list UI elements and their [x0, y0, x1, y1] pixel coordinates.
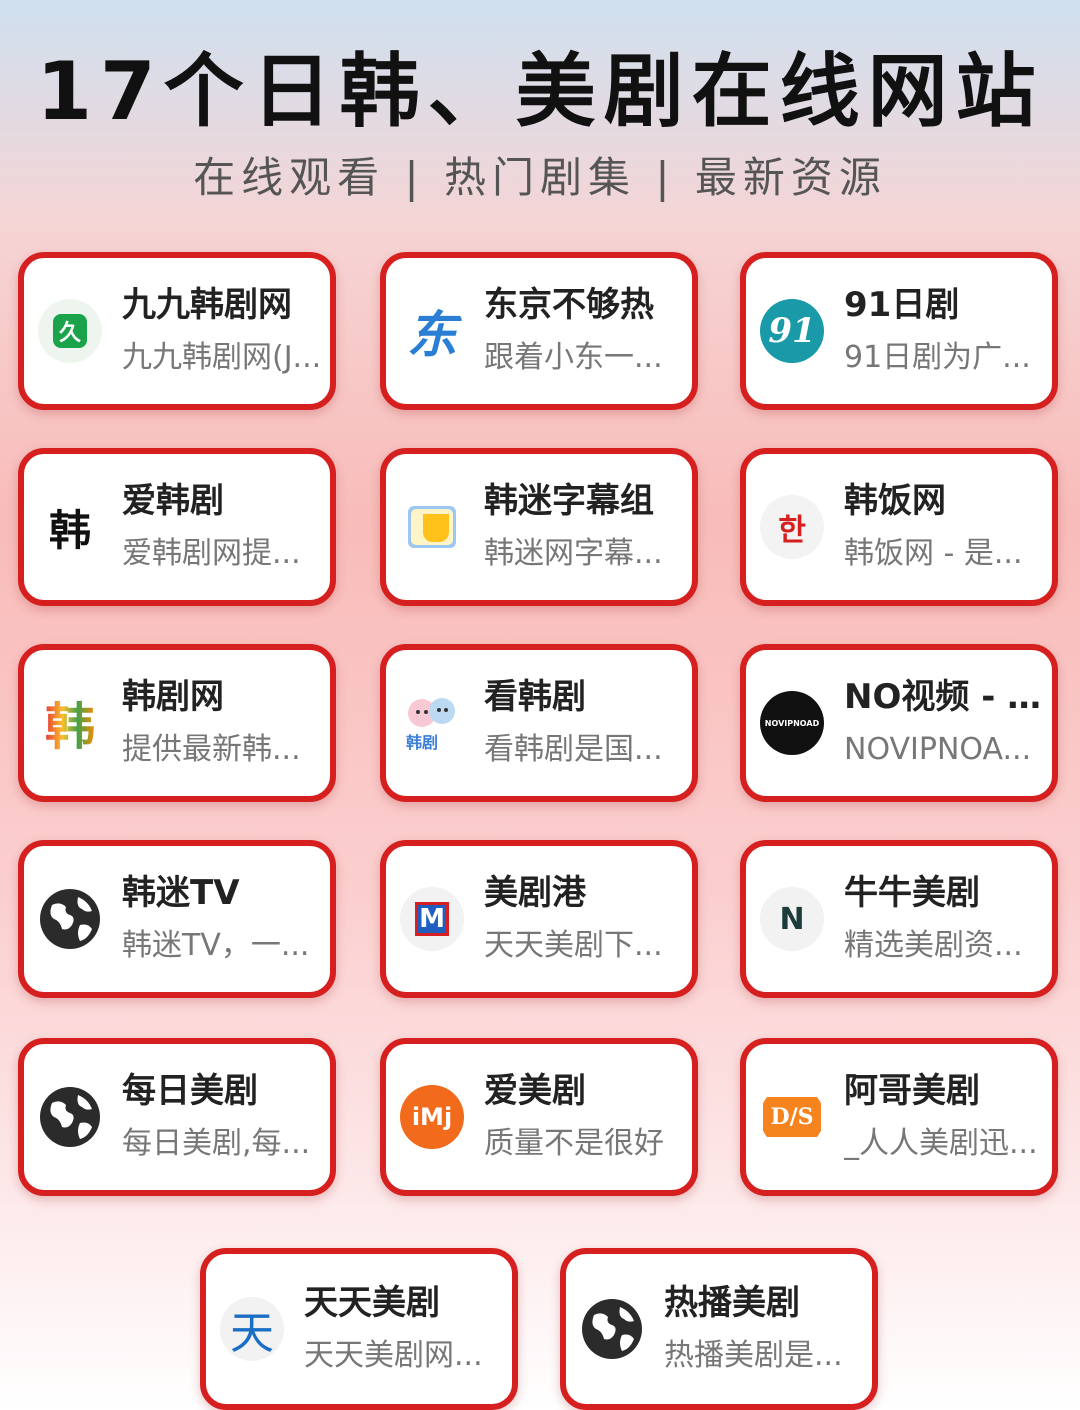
site-card-agemeiju[interactable]: D/S 阿哥美剧 _人人美剧迅... — [740, 1038, 1058, 1196]
cartoon-logo-icon: 韩剧 — [400, 691, 464, 755]
site-card-novideo[interactable]: NOVIPNOAD NO视频 - ... NOVIPNOA... — [740, 644, 1058, 802]
site-description: 精选美剧资... — [844, 928, 1023, 963]
site-description: 韩迷网字幕... — [484, 536, 663, 571]
site-card-jiujiu[interactable]: 久 九九韩剧网 九九韩剧网(J... — [18, 252, 336, 410]
site-description: 每日美剧,每... — [122, 1126, 311, 1161]
colorful-han-logo-icon: 韩 — [38, 691, 102, 755]
site-card-aihanju[interactable]: 韩 爱韩剧 爱韩剧网提... — [18, 448, 336, 606]
site-description: 爱韩剧网提... — [122, 536, 301, 571]
site-description: 提供最新韩... — [122, 732, 301, 767]
globe-icon — [580, 1297, 644, 1361]
site-description: _人人美剧迅... — [844, 1126, 1038, 1161]
dong-logo-icon: 东 — [400, 299, 464, 363]
site-name: 天天美剧 — [304, 1283, 440, 1323]
site-description: 跟着小东一... — [484, 340, 663, 375]
folder-logo-icon — [400, 495, 464, 559]
site-name: 韩饭网 — [844, 481, 946, 521]
site-card-kanhanju[interactable]: 韩剧 看韩剧 看韩剧是国... — [380, 644, 698, 802]
site-description: 天天美剧网... — [304, 1338, 483, 1373]
site-name: 91日剧 — [844, 285, 960, 325]
globe-icon — [38, 887, 102, 951]
site-card-hanjuwang[interactable]: 韩 韩剧网 提供最新韩... — [18, 644, 336, 802]
site-card-91riju[interactable]: 91 91日剧 91日剧为广... — [740, 252, 1058, 410]
site-name: 九九韩剧网 — [122, 285, 292, 325]
site-card-hanmi-subs[interactable]: 韩迷字幕组 韩迷网字幕... — [380, 448, 698, 606]
site-card-dongjing[interactable]: 东 东京不够热 跟着小东一... — [380, 252, 698, 410]
91-logo-icon: 91 — [760, 299, 824, 363]
hangul-logo-icon: 한 — [760, 495, 824, 559]
site-card-meiri[interactable]: 每日美剧 每日美剧,每... — [18, 1038, 336, 1196]
site-description: 热播美剧是... — [664, 1338, 843, 1373]
site-name: 爱韩剧 — [122, 481, 224, 521]
jiu-logo-icon: 久 — [38, 299, 102, 363]
site-name: 热播美剧 — [664, 1283, 800, 1323]
novipnoad-logo-icon: NOVIPNOAD — [760, 691, 824, 755]
site-name: 看韩剧 — [484, 677, 586, 717]
site-description: 质量不是很好 — [484, 1126, 664, 1161]
han-logo-icon: 韩 — [38, 495, 102, 559]
site-description: NOVIPNOA... — [844, 732, 1032, 767]
ds-logo-icon: D/S — [760, 1085, 824, 1149]
site-card-tiantian[interactable]: 天 天天美剧 天天美剧网... — [200, 1248, 518, 1410]
site-name: 美剧港 — [484, 873, 586, 913]
site-name: 阿哥美剧 — [844, 1071, 980, 1111]
n-logo-icon: N — [760, 887, 824, 951]
page-subtitle: 在线观看 | 热门剧集 | 最新资源 — [193, 153, 887, 202]
site-card-hanmitv[interactable]: 韩迷TV 韩迷TV，一... — [18, 840, 336, 998]
site-description: 韩迷TV，一... — [122, 928, 310, 963]
site-name: 韩迷字幕组 — [484, 481, 654, 521]
site-name: 每日美剧 — [122, 1071, 258, 1111]
site-name: 韩迷TV — [122, 873, 240, 913]
site-name: 东京不够热 — [484, 285, 654, 325]
site-name: 韩剧网 — [122, 677, 224, 717]
site-description: 九九韩剧网(J... — [122, 340, 322, 375]
imj-logo-icon: iMj — [400, 1085, 464, 1149]
site-description: 天天美剧下... — [484, 928, 663, 963]
site-card-rebo[interactable]: 热播美剧 热播美剧是... — [560, 1248, 878, 1410]
site-card-niuniu[interactable]: N 牛牛美剧 精选美剧资... — [740, 840, 1058, 998]
site-name: 牛牛美剧 — [844, 873, 980, 913]
site-card-aimeiju[interactable]: iMj 爱美剧 质量不是很好 — [380, 1038, 698, 1196]
site-description: 91日剧为广... — [844, 340, 1031, 375]
site-name: 爱美剧 — [484, 1071, 586, 1111]
site-description: 看韩剧是国... — [484, 732, 663, 767]
globe-icon — [38, 1085, 102, 1149]
page-title: 17个日韩、美剧在线网站 — [36, 45, 1044, 138]
site-description: 韩饭网 - 是... — [844, 536, 1023, 571]
m-logo-icon: M — [400, 887, 464, 951]
site-card-hanfan[interactable]: 한 韩饭网 韩饭网 - 是... — [740, 448, 1058, 606]
tian-logo-icon: 天 — [220, 1297, 284, 1361]
site-name: NO视频 - ... — [844, 677, 1044, 717]
site-card-meijugang[interactable]: M 美剧港 天天美剧下... — [380, 840, 698, 998]
